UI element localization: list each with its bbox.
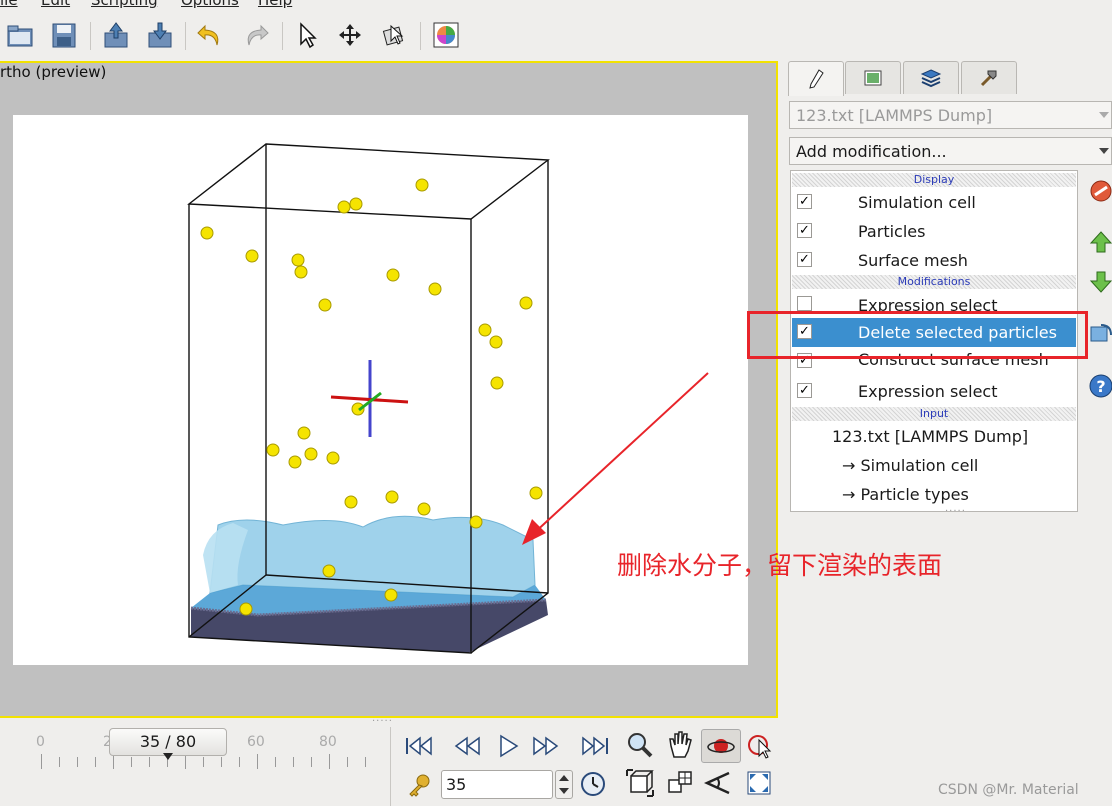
delete-modifier-icon[interactable] xyxy=(1088,178,1112,204)
pipeline-item-input-cell[interactable]: → Simulation cell xyxy=(792,451,1076,480)
slider-label: 60 xyxy=(247,734,265,750)
maximize-viewport-icon[interactable] xyxy=(743,768,775,798)
main-toolbar xyxy=(0,10,1112,60)
visibility-checkbox[interactable]: ✓ xyxy=(797,252,812,267)
annotation-arrow xyxy=(522,372,709,545)
pan-hand-icon[interactable] xyxy=(664,729,696,759)
frame-spinner-input[interactable]: 35 xyxy=(441,770,553,799)
undo-icon[interactable] xyxy=(194,19,226,51)
move-up-icon[interactable] xyxy=(1088,229,1112,255)
frame-spinner-arrows[interactable] xyxy=(555,770,573,799)
visibility-checkbox[interactable]: ✓ xyxy=(797,194,812,209)
enable-checkbox[interactable] xyxy=(797,296,812,311)
chevron-down-icon xyxy=(1099,148,1109,154)
render-icon[interactable] xyxy=(430,19,462,51)
pipeline-tab-icon[interactable] xyxy=(788,61,844,96)
render-tab-icon[interactable] xyxy=(845,61,901,94)
section-header-input: Input xyxy=(792,407,1076,421)
pipeline-item-label: 123.txt [LAMMPS Dump] xyxy=(832,427,1029,446)
animation-time-slider[interactable]: 0 20 40 60 80 35 / 80 xyxy=(0,724,388,806)
jump-to-end-icon[interactable] xyxy=(579,731,611,761)
pipeline-item-label: Expression select xyxy=(858,382,998,401)
panel-separator xyxy=(390,727,391,806)
splitter-handle[interactable]: ····· xyxy=(945,506,966,517)
add-modification-label: Add modification... xyxy=(796,141,947,161)
toolbar-separator xyxy=(90,22,91,50)
animation-settings-clock-icon[interactable] xyxy=(577,769,609,799)
time-slider-handle[interactable]: 35 / 80 xyxy=(109,728,227,756)
pipeline-selector[interactable]: 123.txt [LAMMPS Dump] xyxy=(789,101,1112,129)
orbit-camera-icon[interactable] xyxy=(701,729,741,763)
slider-label: 80 xyxy=(319,734,337,750)
pipeline-item-label: Expression select xyxy=(858,296,998,312)
select-cursor-icon[interactable] xyxy=(291,19,323,51)
pipeline-item-label: Simulation cell xyxy=(858,193,976,212)
overlays-tab-icon[interactable] xyxy=(903,61,959,94)
pipeline-item-input-source[interactable]: 123.txt [LAMMPS Dump] xyxy=(792,422,1076,451)
import-icon[interactable] xyxy=(100,19,132,51)
pipeline-item-particles[interactable]: ✓ Particles xyxy=(792,217,1076,246)
toolbar-separator xyxy=(282,22,283,50)
command-panel-tabs xyxy=(786,61,1112,96)
svg-text:?: ? xyxy=(1096,377,1105,396)
step-backward-icon[interactable] xyxy=(451,731,483,761)
move-icon[interactable] xyxy=(334,19,366,51)
make-independent-icon[interactable] xyxy=(1088,320,1112,346)
menu-scripting[interactable]: Scripting xyxy=(91,0,158,9)
pipeline-item-input-types[interactable]: → Particle types xyxy=(792,480,1076,509)
open-icon[interactable] xyxy=(4,19,36,51)
annotation-highlight-box xyxy=(747,311,1088,359)
zoom-all-viewports-icon[interactable] xyxy=(664,768,696,798)
play-icon[interactable] xyxy=(492,731,524,761)
step-forward-icon[interactable] xyxy=(530,731,562,761)
chevron-down-icon xyxy=(1099,112,1109,118)
pipeline-item-surface-mesh[interactable]: ✓ Surface mesh xyxy=(792,246,1076,275)
zoom-scene-extents-icon[interactable] xyxy=(624,768,656,798)
pick-orbit-center-icon[interactable] xyxy=(743,731,775,761)
viewport-caption[interactable]: rtho (preview) xyxy=(0,63,106,81)
move-down-icon[interactable] xyxy=(1088,269,1112,295)
watermark: CSDN @Mr. Material xyxy=(938,782,1079,798)
toolbar-separator xyxy=(420,22,421,50)
pipeline-item-expression-select-2[interactable]: ✓ Expression select xyxy=(792,377,1076,406)
annotation-text: 删除水分子，留下渲染的表面 xyxy=(617,551,943,580)
section-header-modifications: Modifications xyxy=(792,275,1076,289)
pipeline-item-label: Particles xyxy=(858,222,926,241)
visibility-checkbox[interactable]: ✓ xyxy=(797,223,812,238)
pipeline-item-expression-select[interactable]: Expression select xyxy=(792,290,1076,312)
pipeline-item-simulation-cell[interactable]: ✓ Simulation cell xyxy=(792,188,1076,217)
redo-icon[interactable] xyxy=(240,19,272,51)
pipeline-item-label: Surface mesh xyxy=(858,251,968,270)
pick-icon[interactable] xyxy=(378,19,410,51)
help-icon[interactable]: ? xyxy=(1088,373,1112,399)
fov-icon[interactable] xyxy=(702,768,734,798)
slider-label: 0 xyxy=(36,734,45,750)
pipeline-item-label: → Simulation cell xyxy=(842,456,979,475)
pipeline-selector-value: 123.txt [LAMMPS Dump] xyxy=(796,105,993,125)
toolbar-separator xyxy=(185,22,186,50)
section-header-display: Display xyxy=(792,173,1076,187)
zoom-icon[interactable] xyxy=(624,730,656,760)
animation-settings-key-icon[interactable] xyxy=(403,770,435,800)
slider-marker-icon xyxy=(163,753,173,760)
menu-help[interactable]: Help xyxy=(258,0,292,9)
pipeline-item-label: → Particle types xyxy=(842,485,969,504)
jump-to-start-icon[interactable] xyxy=(403,731,435,761)
enable-checkbox[interactable]: ✓ xyxy=(797,383,812,398)
menu-options[interactable]: Options xyxy=(181,0,239,9)
export-icon[interactable] xyxy=(144,19,176,51)
utilities-tab-icon[interactable] xyxy=(961,61,1017,94)
add-modification-dropdown[interactable]: Add modification... xyxy=(789,137,1112,165)
menu-file[interactable]: ile xyxy=(0,0,18,9)
save-icon[interactable] xyxy=(48,19,80,51)
menu-edit[interactable]: Edit xyxy=(41,0,70,9)
